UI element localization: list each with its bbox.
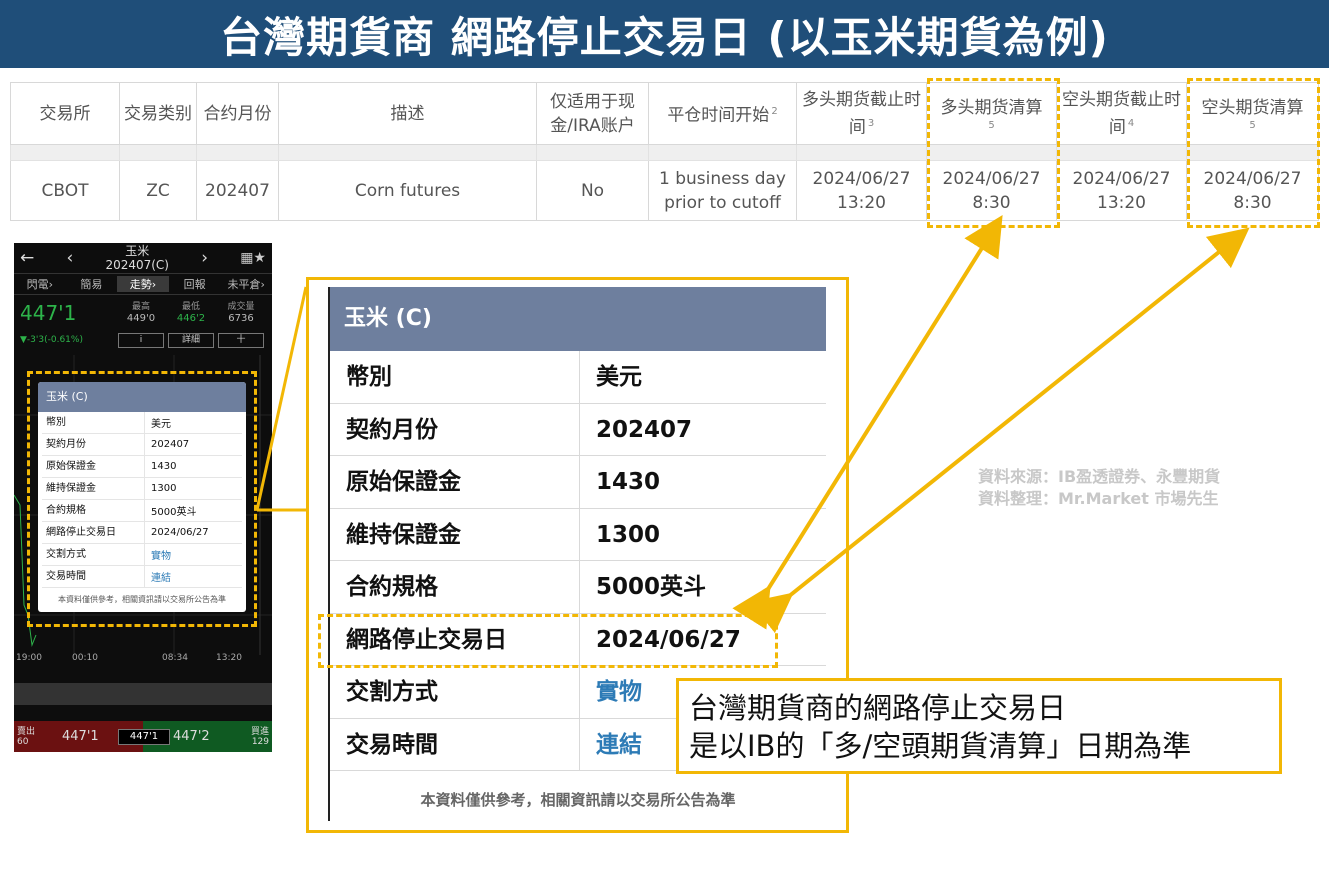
header-description: 描述 [278, 82, 537, 145]
header-close-out-start: 平仓时间开始 2 [648, 82, 797, 145]
tab-flash[interactable]: 閃電› [14, 276, 66, 292]
tab-trend[interactable]: 走勢› [117, 276, 169, 292]
card-row: 原始保證金 1430 [330, 456, 826, 509]
detail-button[interactable]: 詳細 [168, 332, 214, 348]
header-long-cutoff: 多头期货截止时间 3 [796, 82, 927, 145]
phone-contract-title: 玉米 202407(C) [105, 244, 169, 272]
next-contract-icon[interactable]: › [201, 248, 208, 268]
cell-trade-class: ZC [119, 160, 197, 221]
ib-futures-table: 交易所 交易类别 合约月份 描述 仅适用于现金/IRA账户 平仓时间开始 2 多头… [10, 82, 1319, 221]
popup-highlight [27, 371, 257, 627]
tab-simple[interactable]: 簡易 [66, 276, 118, 292]
stat-volume: 成交量 6736 [227, 302, 255, 324]
table-row: CBOT ZC 202407 Corn futures No 1 busines… [10, 160, 1319, 221]
cell-long-cutoff: 2024/06/27 13:20 [796, 160, 927, 221]
cell-short-cutoff: 2024/06/27 13:20 [1056, 160, 1187, 221]
time-tick: 13:20 [216, 653, 242, 663]
crosshair-button[interactable]: 十 [218, 332, 264, 348]
delivery-link-large[interactable]: 實物 [580, 666, 642, 718]
time-tick: 00:10 [72, 653, 98, 663]
stop-date-highlight [318, 614, 778, 668]
phone-top-bar: ← ‹ 玉米 202407(C) › ▦★ [14, 243, 272, 273]
card-row: 合約規格 5000英斗 [330, 561, 826, 614]
header-contract-month: 合约月份 [196, 82, 279, 145]
source-note: 資料來源：IB盈透證券、永豐期貨 資料整理：Mr.Market 市場先生 [978, 467, 1221, 508]
header-short-cutoff: 空头期货截止时间 4 [1056, 82, 1187, 145]
card-footer: 本資料僅供參考，相關資訊請以交易所公告為準 [420, 791, 736, 809]
annotation-line: 是以IB的「多/空頭期貨清算」日期為準 [689, 729, 1192, 763]
card-row: 契約月份 202407 [330, 403, 826, 456]
trading-hours-link-large[interactable]: 連結 [580, 719, 642, 771]
header-exchange: 交易所 [10, 82, 120, 145]
phone-tabs: 閃電› 簡易 走勢› 回報 未平倉› [14, 273, 272, 295]
header-trade-class: 交易类别 [119, 82, 197, 145]
grid-star-icon[interactable]: ▦★ [240, 250, 266, 266]
tab-open-interest[interactable]: 未平倉› [220, 276, 272, 292]
last-price: 447'1 [20, 301, 77, 325]
cell-description: Corn futures [278, 160, 537, 221]
info-button[interactable]: i [118, 332, 164, 348]
annotation-line: 台灣期貨商的網路停止交易日 [689, 691, 1067, 725]
phone-change-row: ▼-3'3(-0.61%) i 詳細 十 [14, 331, 272, 349]
tab-report[interactable]: 回報 [169, 276, 221, 292]
time-tick: 08:34 [162, 653, 188, 663]
chart-scrollbar[interactable] [14, 683, 272, 705]
phone-quote: 447'1 最高 449'0 最低 446'2 成交量 6736 [14, 295, 272, 331]
cell-cash-ira-only: No [536, 160, 649, 221]
page-title: 台灣期貨商 網路停止交易日 (以玉米期貨為例) [220, 12, 1109, 62]
prev-contract-icon[interactable]: ‹ [66, 248, 73, 268]
short-liquidation-highlight [1187, 78, 1320, 228]
card-row: 幣別 美元 [330, 351, 826, 404]
mid-price: 447'1 [118, 729, 170, 745]
table-header-row: 交易所 交易类别 合约月份 描述 仅适用于现金/IRA账户 平仓时间开始 2 多头… [10, 82, 1319, 145]
title-banner: 台灣期貨商 網路停止交易日 (以玉米期貨為例) [0, 0, 1329, 68]
annotation-box: 台灣期貨商的網路停止交易日 是以IB的「多/空頭期貨清算」日期為準 [676, 678, 1282, 774]
header-cash-ira-only: 仅适用于现金/IRA账户 [536, 82, 649, 145]
price-change: ▼-3'3(-0.61%) [20, 335, 83, 345]
cell-contract-month: 202407 [196, 160, 279, 221]
card-title: 玉米 (C) [330, 287, 826, 351]
stat-high: 最高 449'0 [126, 302, 156, 324]
table-spacer-row [10, 144, 1319, 161]
phone-time-axis: 19:00 00:10 08:34 13:20 [14, 653, 272, 667]
long-liquidation-highlight [927, 78, 1060, 228]
cell-close-out-start: 1 business day prior to cutoff [648, 160, 797, 221]
phone-order-bar: 賣出 60 447'1 買進 129 447'2 447'1 [14, 721, 272, 752]
time-tick: 19:00 [16, 653, 42, 663]
stat-low: 最低 446'2 [176, 302, 206, 324]
card-row: 維持保證金 1300 [330, 508, 826, 561]
back-arrow-icon[interactable]: ← [20, 248, 34, 268]
cell-exchange: CBOT [10, 160, 120, 221]
